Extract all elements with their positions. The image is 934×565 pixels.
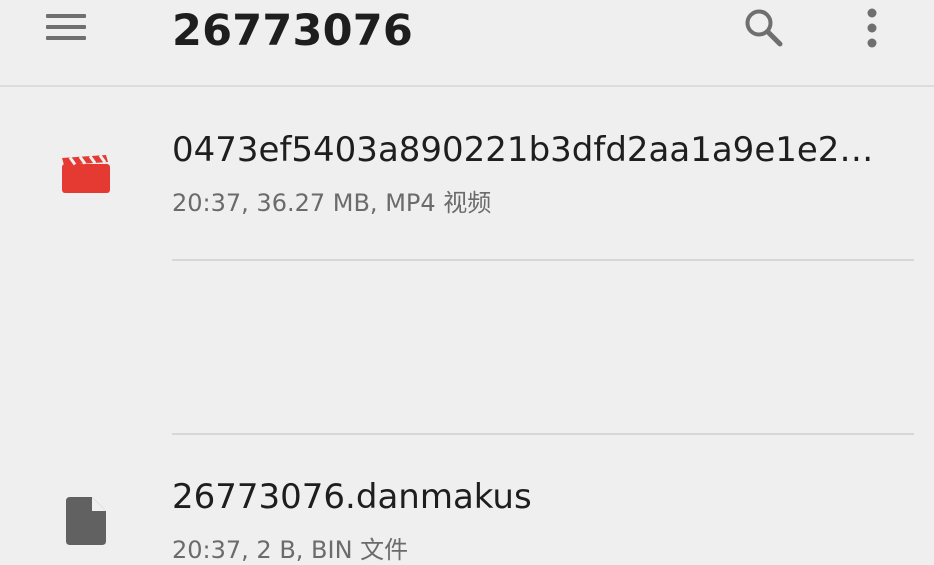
file-name: 0473ef5403a890221b3dfd2aa1a9e1e2…: [172, 130, 874, 170]
file-meta: 20:37, 2 B, BIN 文件: [172, 536, 409, 564]
app-bar: 26773076: [0, 0, 934, 87]
more-vert-icon: [867, 8, 877, 48]
generic-file-icon: [56, 491, 116, 551]
video-clapperboard-icon: [56, 144, 116, 204]
page-title: 26773076: [172, 6, 413, 56]
search-icon: [745, 9, 783, 47]
file-row-danmakus[interactable]: 26773076.danmakus 20:37, 2 B, BIN 文件: [0, 260, 934, 564]
row-divider: [172, 433, 914, 435]
more-options-button[interactable]: [846, 2, 898, 54]
hamburger-menu-icon: [46, 14, 86, 40]
menu-button[interactable]: [36, 4, 96, 52]
search-button[interactable]: [734, 2, 792, 54]
file-name: 26773076.danmakus: [172, 477, 532, 517]
file-meta: 20:37, 36.27 MB, MP4 视频: [172, 189, 492, 217]
file-list: 0473ef5403a890221b3dfd2aa1a9e1e2… 20:37,…: [0, 87, 934, 564]
file-row-video[interactable]: 0473ef5403a890221b3dfd2aa1a9e1e2… 20:37,…: [0, 87, 934, 259]
